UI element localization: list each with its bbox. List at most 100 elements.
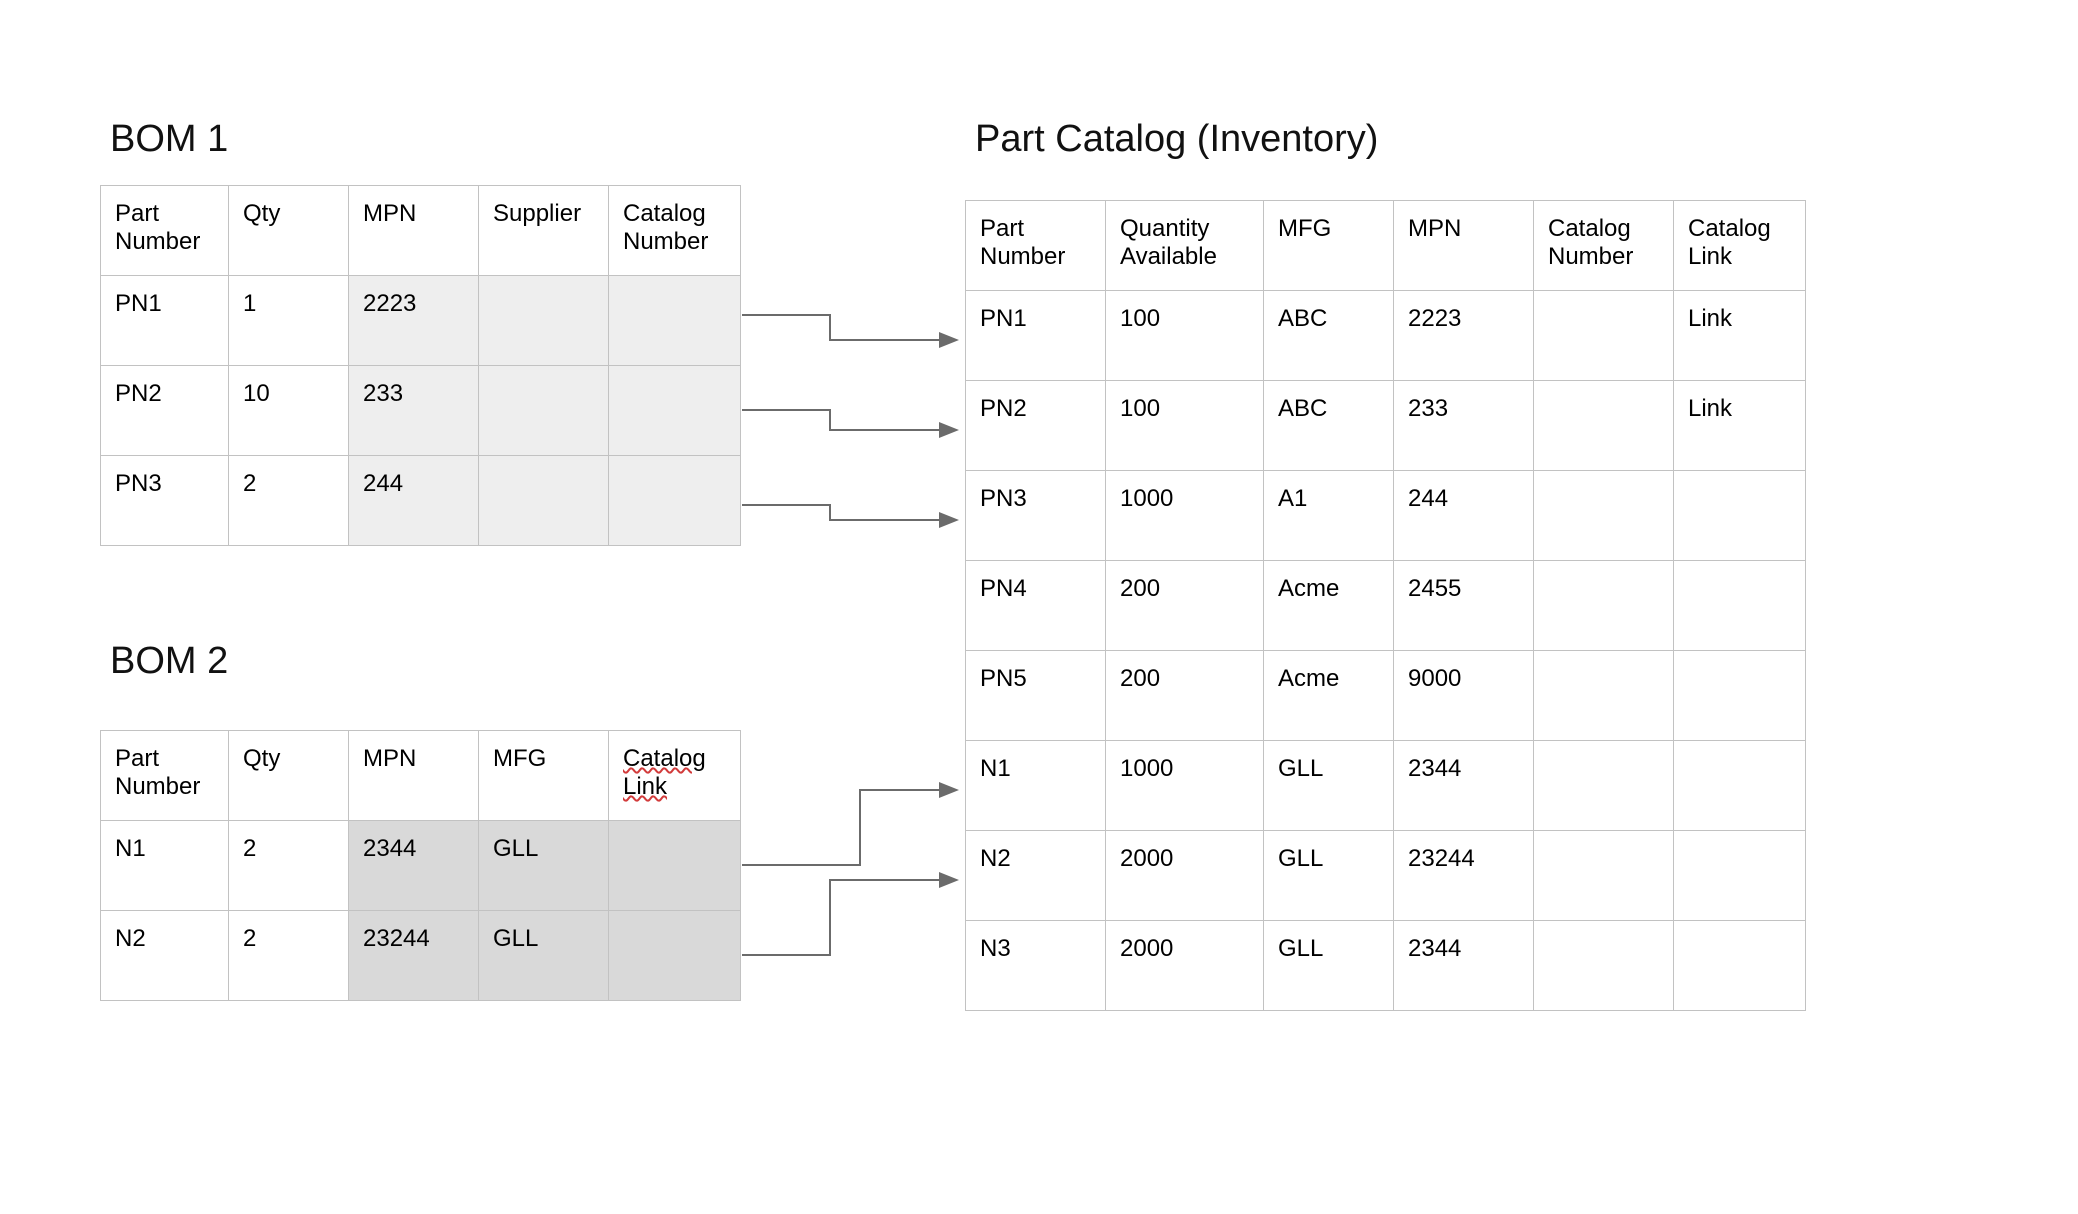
connector-bom1-row1-catalog-row1 [742,410,955,430]
catalog-cell-quantity-available: 100 [1106,381,1264,471]
catalog-cell-part-number: N3 [966,921,1106,1011]
catalog-header-catalog-number: Catalog Number [1534,201,1674,291]
bom1-header-supplier: Supplier [479,186,609,276]
catalog-cell-catalog-link [1674,831,1806,921]
catalog-cell-catalog-number [1534,741,1674,831]
catalog-cell-catalog-link: Link [1674,381,1806,471]
bom1-cell-qty: 2 [229,456,349,546]
table-row: N2 2000 GLL 23244 [966,831,1806,921]
bom2-header-part-number: Part Number [101,731,229,821]
table-row: PN1 100 ABC 2223 Link [966,291,1806,381]
bom1-cell-part-number: PN3 [101,456,229,546]
bom2-title: BOM 2 [110,640,228,683]
bom2-cell-part-number: N2 [101,911,229,1001]
bom1-cell-catalog-number [609,276,741,366]
connector-bom1-row0-catalog-row0 [742,315,955,340]
bom1-header-catalog-number: Catalog Number [609,186,741,276]
catalog-cell-part-number: PN5 [966,651,1106,741]
table-row: N1 2 2344 GLL [101,821,741,911]
bom1-cell-qty: 1 [229,276,349,366]
catalog-cell-catalog-link [1674,921,1806,1011]
catalog-cell-part-number: PN4 [966,561,1106,651]
catalog-cell-mpn: 233 [1394,381,1534,471]
table-row: PN3 1000 A1 244 [966,471,1806,561]
table-row: PN3 2 244 [101,456,741,546]
catalog-cell-part-number: N2 [966,831,1106,921]
catalog-cell-mfg: ABC [1264,291,1394,381]
bom2-cell-mpn: 2344 [349,821,479,911]
bom2-cell-mfg: GLL [479,911,609,1001]
catalog-table: Part Number Quantity Available MFG MPN C… [965,200,1806,1011]
table-row: PN1 1 2223 [101,276,741,366]
catalog-cell-quantity-available: 1000 [1106,471,1264,561]
catalog-cell-catalog-link [1674,651,1806,741]
catalog-cell-part-number: PN2 [966,381,1106,471]
catalog-cell-mfg: A1 [1264,471,1394,561]
bom1-cell-catalog-number [609,366,741,456]
catalog-cell-catalog-number [1534,831,1674,921]
catalog-cell-mpn: 23244 [1394,831,1534,921]
bom1-header-qty: Qty [229,186,349,276]
catalog-cell-catalog-link [1674,741,1806,831]
bom2-cell-qty: 2 [229,821,349,911]
bom2-cell-mpn: 23244 [349,911,479,1001]
catalog-cell-catalog-link: Link [1674,291,1806,381]
bom1-cell-supplier [479,366,609,456]
connector-bom2-row1-catalog-row6 [742,880,955,955]
catalog-cell-mfg: GLL [1264,741,1394,831]
catalog-cell-catalog-number [1534,561,1674,651]
connector-bom1-row2-catalog-row2 [742,505,955,520]
catalog-cell-quantity-available: 200 [1106,651,1264,741]
bom1-cell-mpn: 233 [349,366,479,456]
table-row: N3 2000 GLL 2344 [966,921,1806,1011]
catalog-cell-mfg: Acme [1264,561,1394,651]
table-row: PN5 200 Acme 9000 [966,651,1806,741]
table-row: PN2 100 ABC 233 Link [966,381,1806,471]
catalog-cell-catalog-number [1534,381,1674,471]
bom1-header-mpn: MPN [349,186,479,276]
bom2-header-mpn: MPN [349,731,479,821]
bom2-table: Part Number Qty MPN MFG Catalog Link N1 … [100,730,741,1001]
catalog-cell-catalog-number [1534,471,1674,561]
bom2-cell-part-number: N1 [101,821,229,911]
catalog-header-row: Part Number Quantity Available MFG MPN C… [966,201,1806,291]
table-row: N2 2 23244 GLL [101,911,741,1001]
catalog-cell-mpn: 244 [1394,471,1534,561]
catalog-cell-quantity-available: 1000 [1106,741,1264,831]
bom1-cell-supplier [479,456,609,546]
bom1-header-part-number: Part Number [101,186,229,276]
catalog-cell-mfg: GLL [1264,831,1394,921]
catalog-cell-catalog-number [1534,291,1674,381]
table-row: PN2 10 233 [101,366,741,456]
bom2-header-catalog-link: Catalog Link [609,731,741,821]
catalog-cell-part-number: PN1 [966,291,1106,381]
catalog-header-mfg: MFG [1264,201,1394,291]
catalog-cell-mpn: 9000 [1394,651,1534,741]
catalog-header-part-number: Part Number [966,201,1106,291]
catalog-cell-catalog-number [1534,651,1674,741]
catalog-cell-mfg: GLL [1264,921,1394,1011]
catalog-cell-mfg: Acme [1264,651,1394,741]
bom1-cell-part-number: PN1 [101,276,229,366]
catalog-cell-quantity-available: 100 [1106,291,1264,381]
bom1-cell-mpn: 244 [349,456,479,546]
catalog-cell-mpn: 2344 [1394,921,1534,1011]
bom1-cell-mpn: 2223 [349,276,479,366]
catalog-cell-mpn: 2344 [1394,741,1534,831]
catalog-cell-part-number: PN3 [966,471,1106,561]
catalog-cell-mpn: 2223 [1394,291,1534,381]
bom1-title: BOM 1 [110,118,228,161]
catalog-header-catalog-link: Catalog Link [1674,201,1806,291]
catalog-cell-catalog-link [1674,561,1806,651]
bom2-cell-mfg: GLL [479,821,609,911]
bom1-cell-catalog-number [609,456,741,546]
bom1-cell-part-number: PN2 [101,366,229,456]
bom2-header-qty: Qty [229,731,349,821]
catalog-cell-catalog-link [1674,471,1806,561]
bom2-header-row: Part Number Qty MPN MFG Catalog Link [101,731,741,821]
connector-bom2-row0-catalog-row5 [742,790,955,865]
table-row: PN4 200 Acme 2455 [966,561,1806,651]
catalog-header-mpn: MPN [1394,201,1534,291]
bom2-header-mfg: MFG [479,731,609,821]
bom2-cell-qty: 2 [229,911,349,1001]
